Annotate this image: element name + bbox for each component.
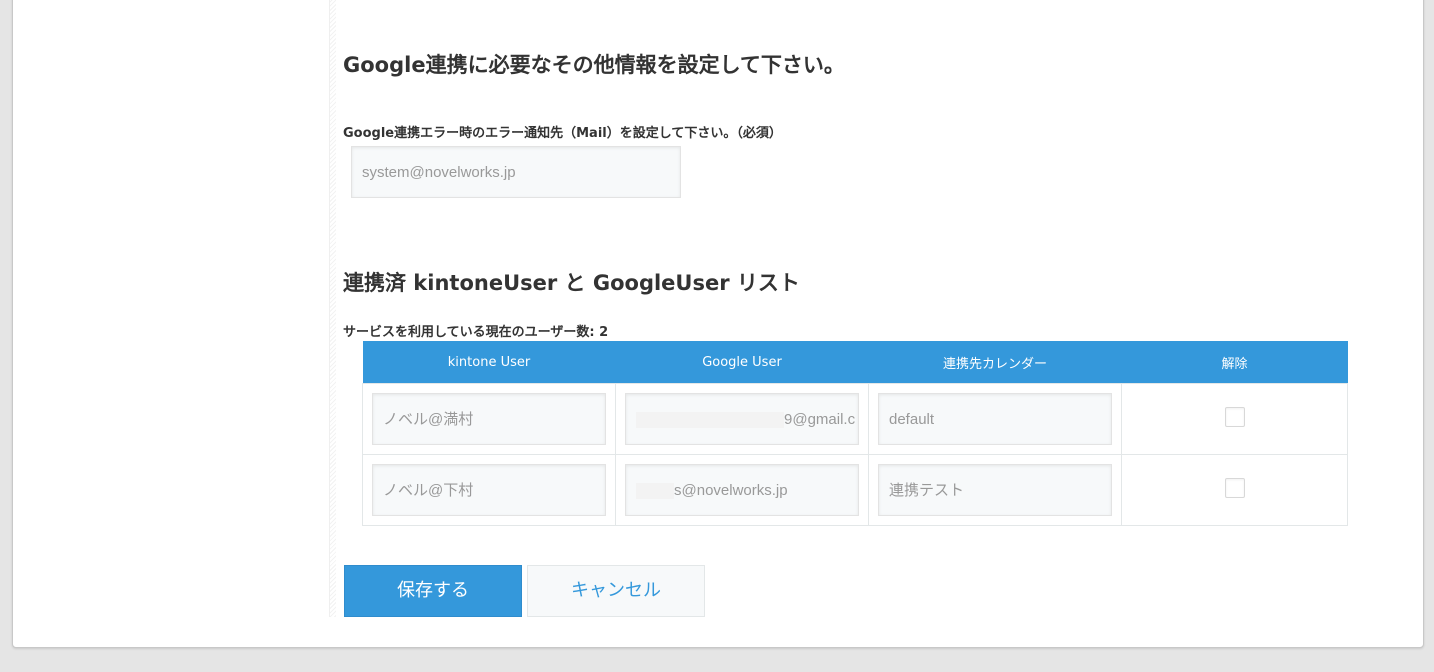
kintone-user-cell: ノベル@満村 xyxy=(362,383,616,455)
user-list-heading: 連携済 kintoneUser と GoogleUser リスト xyxy=(343,271,800,295)
calendar-cell: 連携テスト xyxy=(868,454,1122,526)
settings-panel xyxy=(12,0,1424,648)
google-user-value: s@novelworks.jp xyxy=(674,482,788,499)
kintone-user-field[interactable]: ノベル@満村 xyxy=(372,393,606,445)
google-user-value: 9@gmail.c xyxy=(784,411,856,428)
user-table: kintone User Google User 連携先カレンダー 解除 ノベル… xyxy=(362,341,1348,526)
table-row: ノベル@下村 s@novelworks.jp 連携テスト xyxy=(362,454,1348,526)
column-header-kintone-user: kintone User xyxy=(362,341,616,384)
google-user-cell: 9@gmail.c xyxy=(615,383,869,455)
column-header-unlink: 解除 xyxy=(1121,341,1348,384)
user-count-label: サービスを利用している現在のユーザー数: 2 xyxy=(343,325,609,340)
cancel-button[interactable]: キャンセル xyxy=(527,565,705,617)
column-header-google-user: Google User xyxy=(615,341,869,384)
unlink-checkbox[interactable] xyxy=(1224,407,1245,427)
sidebar-divider xyxy=(329,0,336,617)
redacted-mask xyxy=(636,483,674,500)
unlink-cell xyxy=(1121,454,1348,526)
table-header-row: kintone User Google User 連携先カレンダー 解除 xyxy=(362,341,1348,384)
kintone-user-cell: ノベル@下村 xyxy=(362,454,616,526)
redacted-mask xyxy=(636,412,784,429)
calendar-cell: default xyxy=(868,383,1122,455)
error-mail-label: Google連携エラー時のエラー通知先（Mail）を設定して下さい。（必須） xyxy=(343,126,782,141)
calendar-field[interactable]: 連携テスト xyxy=(878,464,1112,516)
settings-heading: Google連携に必要なその他情報を設定して下さい。 xyxy=(343,53,845,77)
kintone-user-field[interactable]: ノベル@下村 xyxy=(372,464,606,516)
google-user-field[interactable]: s@novelworks.jp xyxy=(625,464,859,516)
calendar-field[interactable]: default xyxy=(878,393,1112,445)
table-row: ノベル@満村 9@gmail.c default xyxy=(362,383,1348,455)
error-mail-input[interactable] xyxy=(351,146,681,198)
unlink-checkbox[interactable] xyxy=(1224,478,1245,498)
save-button[interactable]: 保存する xyxy=(344,565,522,617)
google-user-cell: s@novelworks.jp xyxy=(615,454,869,526)
unlink-cell xyxy=(1121,383,1348,455)
column-header-calendar: 連携先カレンダー xyxy=(868,341,1122,384)
google-user-field[interactable]: 9@gmail.c xyxy=(625,393,859,445)
